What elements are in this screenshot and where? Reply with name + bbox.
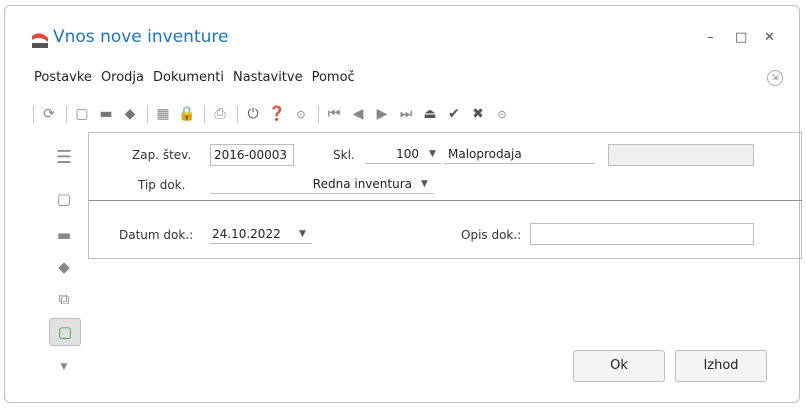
readonly-field: [608, 144, 754, 166]
maximize-button[interactable]: □: [735, 30, 747, 45]
confirm-icon[interactable]: ✔: [443, 103, 465, 125]
chevron-down-icon[interactable]: ▼: [429, 149, 436, 159]
zap-stev-input[interactable]: 2016-00003: [210, 144, 294, 166]
datum-dok-label: Datum dok.:: [119, 228, 194, 242]
lock-icon[interactable]: 🔒: [176, 103, 198, 125]
last-record-icon[interactable]: ⏭: [395, 103, 417, 125]
calculator-icon[interactable]: ▦: [152, 103, 174, 125]
header-form-panel: Zap. štev. 2016-00003 Skl. 100 ▼ Malopro…: [88, 132, 802, 201]
datum-dok-select[interactable]: 24.10.2022: [210, 224, 312, 244]
folder-icon[interactable]: ▬: [49, 222, 79, 248]
copy-icon[interactable]: ⧉: [49, 286, 79, 312]
ok-button[interactable]: Ok: [573, 350, 665, 382]
menu-nastavitve[interactable]: Nastavitve: [233, 70, 303, 90]
toolbar-separator: [204, 105, 205, 123]
opis-dok-label: Opis dok.:: [461, 228, 522, 242]
hamburger-menu-icon[interactable]: ☰: [49, 144, 79, 170]
window-title: Vnos nove inventure: [53, 27, 229, 47]
app-logo-icon: [32, 33, 48, 48]
opis-dok-input[interactable]: [530, 223, 754, 245]
folder-icon[interactable]: ▬: [95, 103, 117, 125]
collapse-circle-icon[interactable]: ⇲: [767, 70, 783, 86]
new-document-icon[interactable]: ▢: [71, 103, 93, 125]
menu-postavke[interactable]: Postavke: [34, 70, 92, 90]
toolbar-separator: [33, 105, 34, 123]
small-arrow-circle-icon[interactable]: ⊙: [491, 103, 513, 125]
main-window: Vnos nove inventure – □ ✕ Postavke Orodj…: [4, 5, 802, 403]
refresh-icon[interactable]: ⟳: [38, 103, 60, 125]
toolbar-separator: [318, 105, 319, 123]
print-icon[interactable]: ⎙: [209, 103, 231, 125]
toolbar-separator: [66, 105, 67, 123]
sidebar: ☰ ▢ ▬ ◆ ⧉ ▢ ▼: [41, 138, 85, 388]
toolbar-separator: [147, 105, 148, 123]
small-circle-icon[interactable]: ⊙: [290, 103, 312, 125]
menu-bar: Postavke Orodja Dokumenti Nastavitve Pom…: [34, 70, 364, 90]
cancel-icon[interactable]: ✖: [467, 103, 489, 125]
menu-pomoc[interactable]: Pomoč: [312, 70, 355, 90]
power-icon[interactable]: ⏻: [242, 103, 264, 125]
details-form-panel: Datum dok.: 24.10.2022 ▼ Opis dok.:: [88, 200, 802, 259]
chevron-down-icon[interactable]: ▼: [49, 354, 79, 380]
first-record-icon[interactable]: ⏮: [323, 103, 345, 125]
zap-stev-label: Zap. štev.: [132, 148, 192, 162]
eject-icon[interactable]: ⏏: [419, 103, 441, 125]
chevron-down-icon[interactable]: ▼: [421, 179, 428, 189]
izhod-button[interactable]: Izhod: [675, 350, 767, 382]
next-record-icon[interactable]: ▶: [371, 103, 393, 125]
add-document-icon[interactable]: ▢: [49, 318, 81, 346]
eraser-icon[interactable]: ◆: [49, 254, 79, 280]
skl-name-field: Maloprodaja: [444, 144, 595, 164]
previous-record-icon[interactable]: ◀: [347, 103, 369, 125]
toolbar: ⟳ ▢ ▬ ◆ ▦ 🔒 ⎙ ⏻ ❓ ⊙ ⏮ ◀ ▶ ⏭ ⏏ ✔ ✖ ⊙: [29, 102, 515, 126]
skl-label: Skl.: [333, 148, 355, 162]
menu-orodja[interactable]: Orodja: [101, 70, 144, 90]
tip-dok-select[interactable]: Redna inventura: [210, 174, 434, 194]
new-document-icon[interactable]: ▢: [49, 186, 79, 212]
minimize-button[interactable]: –: [707, 30, 714, 45]
help-icon[interactable]: ❓: [266, 103, 288, 125]
close-button[interactable]: ✕: [764, 30, 775, 45]
menu-dokumenti[interactable]: Dokumenti: [153, 70, 224, 90]
tip-dok-label: Tip dok.: [138, 178, 186, 192]
eraser-icon[interactable]: ◆: [119, 103, 141, 125]
title-bar: Vnos nove inventure – □ ✕: [5, 6, 799, 66]
chevron-down-icon[interactable]: ▼: [299, 229, 306, 239]
toolbar-separator: [237, 105, 238, 123]
